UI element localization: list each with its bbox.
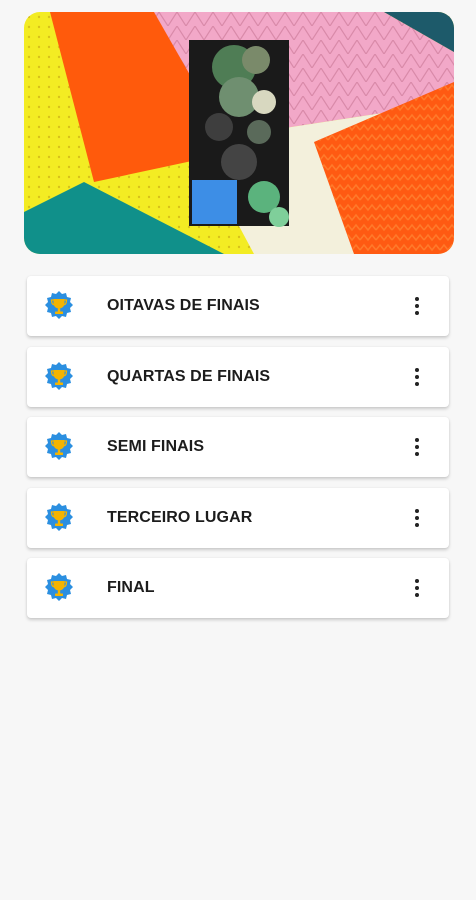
stage-card[interactable]: SEMI FINAIS: [27, 417, 449, 477]
stage-list: OITAVAS DE FINAIS QUARTAS DE FINAIS SEMI F…: [27, 276, 449, 629]
stage-label: QUARTAS DE FINAIS: [107, 367, 271, 385]
trophy-icon: [43, 290, 75, 322]
stage-card[interactable]: FINAL: [27, 558, 449, 618]
trophy-icon: [43, 502, 75, 534]
more-options-icon[interactable]: [401, 290, 433, 322]
stage-label: SEMI FINAIS: [107, 438, 205, 455]
blurred-player-photo: [189, 40, 289, 227]
more-options-icon[interactable]: [401, 502, 433, 534]
app-screen: OITAVAS DE FINAIS QUARTAS DE FINAIS SEMI F…: [0, 0, 476, 900]
stage-label: FINAL: [107, 579, 155, 596]
more-options-icon[interactable]: [401, 361, 433, 393]
header-banner: [24, 12, 454, 254]
more-options-icon[interactable]: [401, 572, 433, 604]
trophy-icon: [43, 431, 75, 463]
stage-label: TERCEIRO LUGAR: [107, 508, 253, 526]
trophy-icon: [43, 572, 75, 604]
stage-card[interactable]: QUARTAS DE FINAIS: [27, 346, 449, 407]
more-options-icon[interactable]: [401, 431, 433, 463]
stage-card[interactable]: OITAVAS DE FINAIS: [27, 276, 449, 336]
stage-card[interactable]: TERCEIRO LUGAR: [27, 487, 449, 548]
stage-label: OITAVAS DE FINAIS: [107, 297, 260, 314]
trophy-icon: [43, 361, 75, 393]
banner-artwork: [24, 12, 454, 254]
